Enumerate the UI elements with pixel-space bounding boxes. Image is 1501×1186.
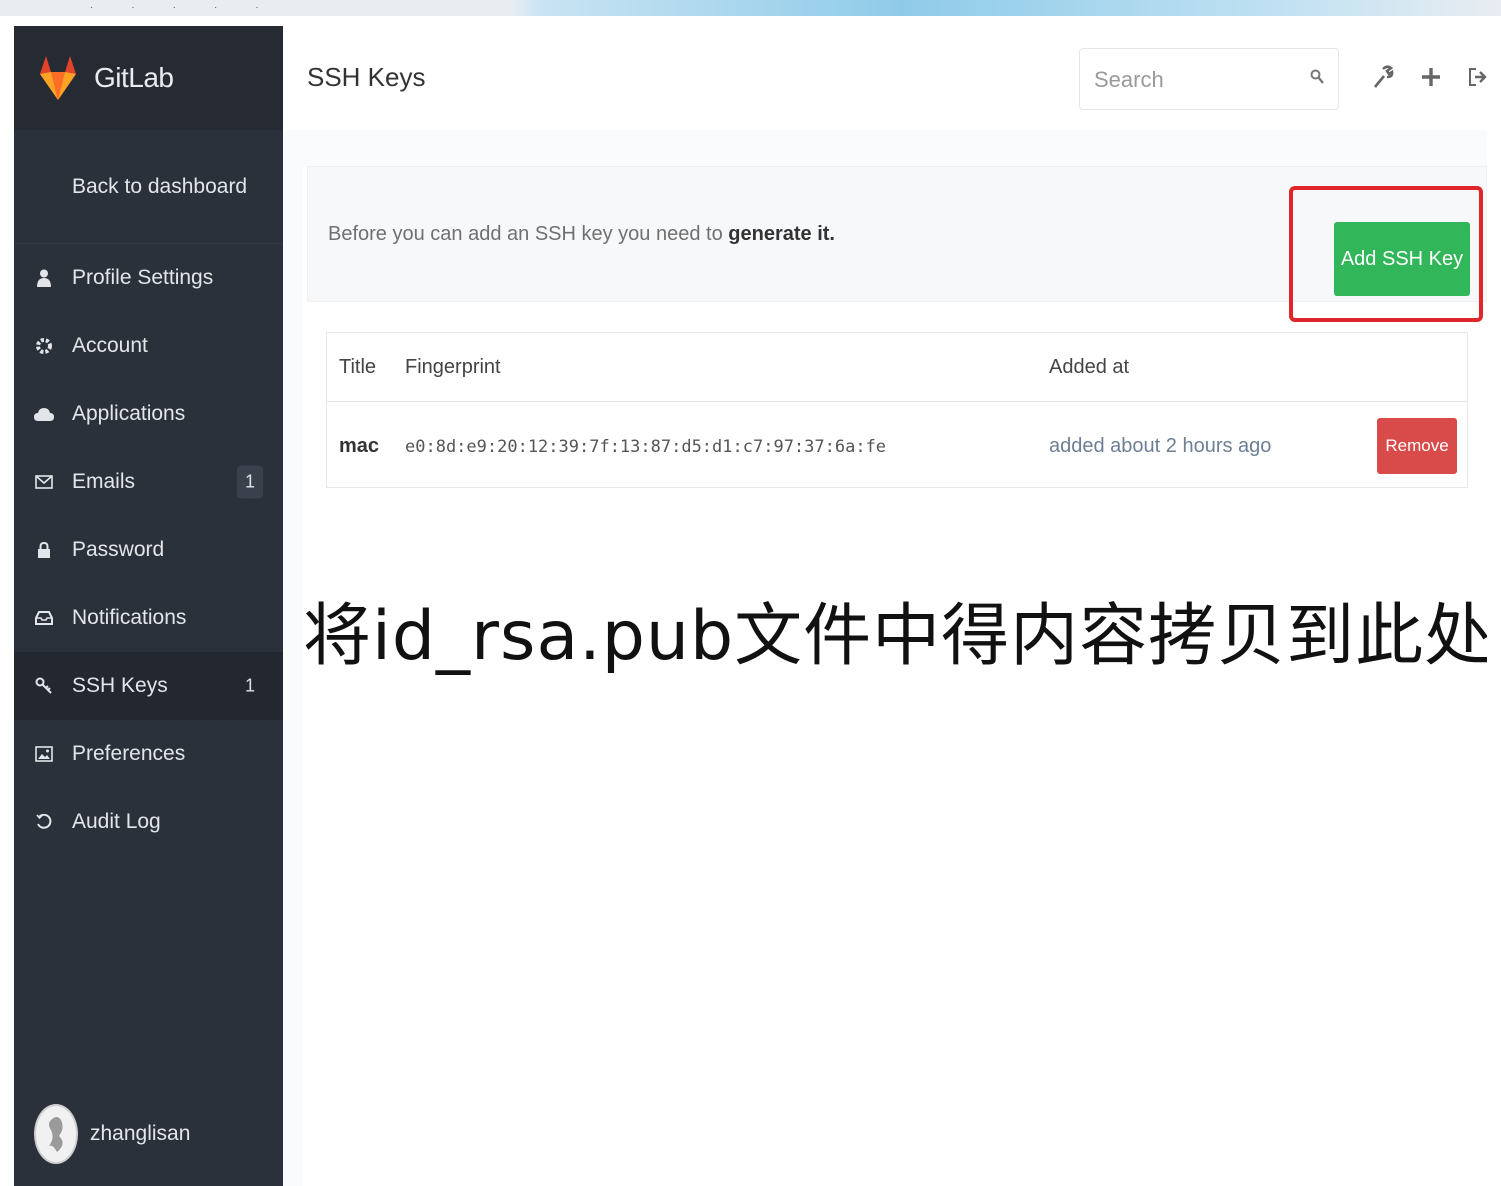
generate-link[interactable]: generate it. <box>728 223 835 245</box>
user-icon <box>34 268 54 288</box>
gear-icon <box>34 336 54 356</box>
sidebar-nav: Profile Settings Account Applications Em… <box>14 244 283 856</box>
notice-text: Before you can add an SSH key you need t… <box>328 223 835 246</box>
table-header-row: Title Fingerprint Added at <box>327 333 1467 402</box>
toolbar-dots: ····· <box>90 2 297 13</box>
table-row: mac e0:8d:e9:20:12:39:7f:13:87:d5:d1:c7:… <box>327 402 1467 491</box>
envelope-icon <box>34 472 54 492</box>
avatar[interactable] <box>34 1104 78 1164</box>
count-badge: 1 <box>244 675 255 696</box>
column-header-actions <box>1346 333 1467 402</box>
sidebar-item-password[interactable]: Password <box>14 516 283 584</box>
sign-out-icon[interactable] <box>1467 64 1487 90</box>
sidebar-item-label: Account <box>72 334 148 357</box>
search-input[interactable] <box>1080 49 1296 111</box>
gitlab-app: GitLab Back to dashboard Profile Setting… <box>14 26 1487 1186</box>
brand-name: GitLab <box>94 62 174 93</box>
column-header-title: Title <box>327 333 404 402</box>
sidebar-item-label: SSH Keys <box>72 674 168 697</box>
sidebar: GitLab Back to dashboard Profile Setting… <box>14 26 283 1186</box>
cloud-icon <box>34 404 54 424</box>
plus-icon[interactable] <box>1419 64 1443 90</box>
sidebar-item-label: Audit Log <box>72 810 161 833</box>
sidebar-item-account[interactable]: Account <box>14 312 283 380</box>
sidebar-item-notifications[interactable]: Notifications <box>14 584 283 652</box>
sidebar-item-label: Profile Settings <box>72 266 214 289</box>
current-user[interactable]: zhanglisan <box>34 1104 190 1164</box>
brand[interactable]: GitLab <box>14 26 283 130</box>
key-added-at: added about 2 hours ago <box>1049 434 1272 457</box>
sidebar-item-label: Notifications <box>72 606 187 629</box>
header-icons <box>1371 64 1487 90</box>
add-ssh-key-button[interactable]: Add SSH Key <box>1334 222 1470 296</box>
browser-top-strip: ····· <box>0 0 1501 16</box>
sidebar-item-label: Emails <box>72 470 136 493</box>
history-icon <box>34 812 54 832</box>
image-icon <box>34 744 54 764</box>
sidebar-item-label: Applications <box>72 402 186 425</box>
sidebar-item-audit-log[interactable]: Audit Log <box>14 788 283 856</box>
column-header-added-at: Added at <box>1048 333 1347 402</box>
sidebar-item-label: Password <box>72 538 165 561</box>
sidebar-item-emails[interactable]: Emails 1 <box>14 448 283 516</box>
key-fingerprint: e0:8d:e9:20:12:39:7f:13:87:d5:d1:c7:97:3… <box>405 436 887 457</box>
main-area: SSH Keys Befor <box>283 26 1487 1186</box>
ssh-keys-table: Title Fingerprint Added at mac e0:8d:e9:… <box>326 332 1468 488</box>
gitlab-fox-logo-icon <box>40 56 76 100</box>
back-to-dashboard-link[interactable]: Back to dashboard <box>14 130 283 244</box>
column-header-fingerprint: Fingerprint <box>404 333 1048 402</box>
top-header: SSH Keys <box>283 26 1487 131</box>
sidebar-item-preferences[interactable]: Preferences <box>14 720 283 788</box>
content-area: Before you can add an SSH key you need t… <box>283 130 1487 1186</box>
remove-key-button[interactable]: Remove <box>1377 418 1457 474</box>
notice-message: Before you can add an SSH key you need t… <box>328 223 729 245</box>
annotation-text: 将id_rsa.pub文件中得内容拷贝到此处 <box>303 597 1487 676</box>
wrench-icon[interactable] <box>1371 64 1395 90</box>
page-title: SSH Keys <box>307 62 426 92</box>
key-title[interactable]: mac <box>327 402 404 491</box>
sidebar-item-profile-settings[interactable]: Profile Settings <box>14 244 283 312</box>
count-badge: 1 <box>236 465 263 499</box>
sidebar-item-applications[interactable]: Applications <box>14 380 283 448</box>
search-icon[interactable] <box>1310 69 1324 90</box>
lock-icon <box>34 540 54 560</box>
user-name: zhanglisan <box>90 1122 191 1145</box>
sidebar-item-label: Preferences <box>72 742 186 765</box>
key-icon <box>34 676 54 696</box>
actions-cell: Remove <box>1346 402 1467 491</box>
sidebar-item-ssh-keys[interactable]: SSH Keys 1 <box>14 652 283 720</box>
avatar-figure-icon <box>49 1117 63 1152</box>
fingerprint-cell: e0:8d:e9:20:12:39:7f:13:87:d5:d1:c7:97:3… <box>404 402 1048 491</box>
inbox-icon <box>34 608 54 628</box>
search-box <box>1079 48 1339 111</box>
